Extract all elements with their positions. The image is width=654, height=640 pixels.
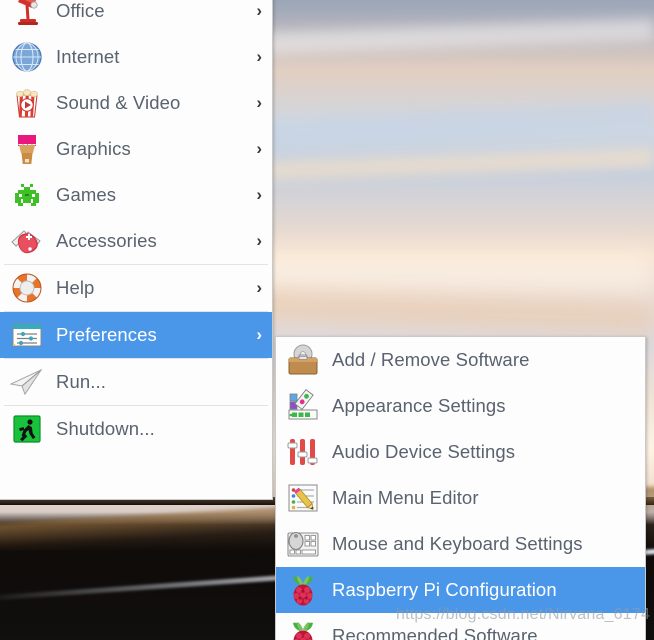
submenu-item-mouse-and-keyboard-settings[interactable]: Mouse and Keyboard Settings: [276, 521, 645, 567]
mouse-keyboard-icon: [284, 525, 322, 563]
menu-item-label: Help: [56, 277, 95, 298]
globe-icon: [8, 38, 46, 76]
chevron-right-icon: ›: [256, 93, 262, 112]
menu-pencil-icon: [284, 479, 322, 517]
menu-item-label: Shutdown...: [56, 418, 155, 439]
menu-item-office[interactable]: Office ›: [0, 0, 272, 34]
chevron-right-icon: ›: [256, 185, 262, 204]
desktop-screen: Office › Internet › Sound & Video › Grap…: [0, 0, 654, 640]
space-invader-icon: [8, 176, 46, 214]
main-menu-panel: Office › Internet › Sound & Video › Grap…: [0, 0, 273, 500]
submenu-item-label: Appearance Settings: [332, 395, 506, 416]
chevron-right-icon: ›: [256, 47, 262, 66]
desk-lamp-icon: [8, 0, 46, 30]
menu-item-label: Run...: [56, 371, 106, 392]
submenu-item-label: Raspberry Pi Configuration: [332, 579, 557, 600]
submenu-item-raspberry-pi-configuration[interactable]: Raspberry Pi Configuration: [276, 567, 645, 613]
paper-plane-icon: [8, 363, 46, 401]
preferences-submenu-panel: Add / Remove Software Appearance Setting…: [275, 336, 646, 640]
running-man-exit-icon: [8, 410, 46, 448]
life-preserver-icon: [8, 269, 46, 307]
menu-item-preferences[interactable]: Preferences ›: [0, 312, 272, 358]
submenu-item-label: Audio Device Settings: [332, 441, 516, 462]
menu-item-shutdown[interactable]: Shutdown...: [0, 406, 272, 452]
chevron-right-icon: ›: [256, 278, 262, 297]
software-briefcase-icon: [284, 341, 322, 379]
submenu-item-main-menu-editor[interactable]: Main Menu Editor: [276, 475, 645, 521]
submenu-item-add-remove-software[interactable]: Add / Remove Software: [276, 337, 645, 383]
settings-window-icon: [8, 316, 46, 354]
chevron-right-icon: ›: [256, 325, 262, 344]
raspberry-pi-icon: [284, 617, 322, 640]
menu-item-label: Games: [56, 184, 117, 205]
audio-sliders-icon: [284, 433, 322, 471]
submenu-item-label: Recommended Software: [332, 625, 538, 640]
submenu-item-recommended-software[interactable]: Recommended Software: [276, 613, 645, 640]
submenu-item-label: Mouse and Keyboard Settings: [332, 533, 583, 554]
menu-item-label: Graphics: [56, 138, 131, 159]
submenu-item-appearance-settings[interactable]: Appearance Settings: [276, 383, 645, 429]
menu-item-label: Accessories: [56, 230, 157, 251]
menu-item-sound-and-video[interactable]: Sound & Video ›: [0, 80, 272, 126]
menu-item-internet[interactable]: Internet ›: [0, 34, 272, 80]
submenu-item-label: Add / Remove Software: [332, 349, 530, 370]
popcorn-video-icon: [8, 84, 46, 122]
paintbrush-icon: [8, 130, 46, 168]
chevron-right-icon: ›: [256, 139, 262, 158]
menu-item-graphics[interactable]: Graphics ›: [0, 126, 272, 172]
raspberry-pi-icon: [284, 571, 322, 609]
menu-item-run[interactable]: Run...: [0, 359, 272, 405]
menu-item-label: Preferences: [56, 324, 157, 345]
menu-item-games[interactable]: Games ›: [0, 172, 272, 218]
menu-item-label: Office: [56, 0, 105, 21]
menu-item-label: Sound & Video: [56, 92, 181, 113]
menu-item-accessories[interactable]: Accessories ›: [0, 218, 272, 264]
color-palette-icon: [284, 387, 322, 425]
chevron-right-icon: ›: [256, 1, 262, 20]
menu-item-help[interactable]: Help ›: [0, 265, 272, 311]
swiss-army-knife-icon: [8, 222, 46, 260]
menu-item-label: Internet: [56, 46, 120, 67]
submenu-item-label: Main Menu Editor: [332, 487, 479, 508]
submenu-item-audio-device-settings[interactable]: Audio Device Settings: [276, 429, 645, 475]
chevron-right-icon: ›: [256, 231, 262, 250]
